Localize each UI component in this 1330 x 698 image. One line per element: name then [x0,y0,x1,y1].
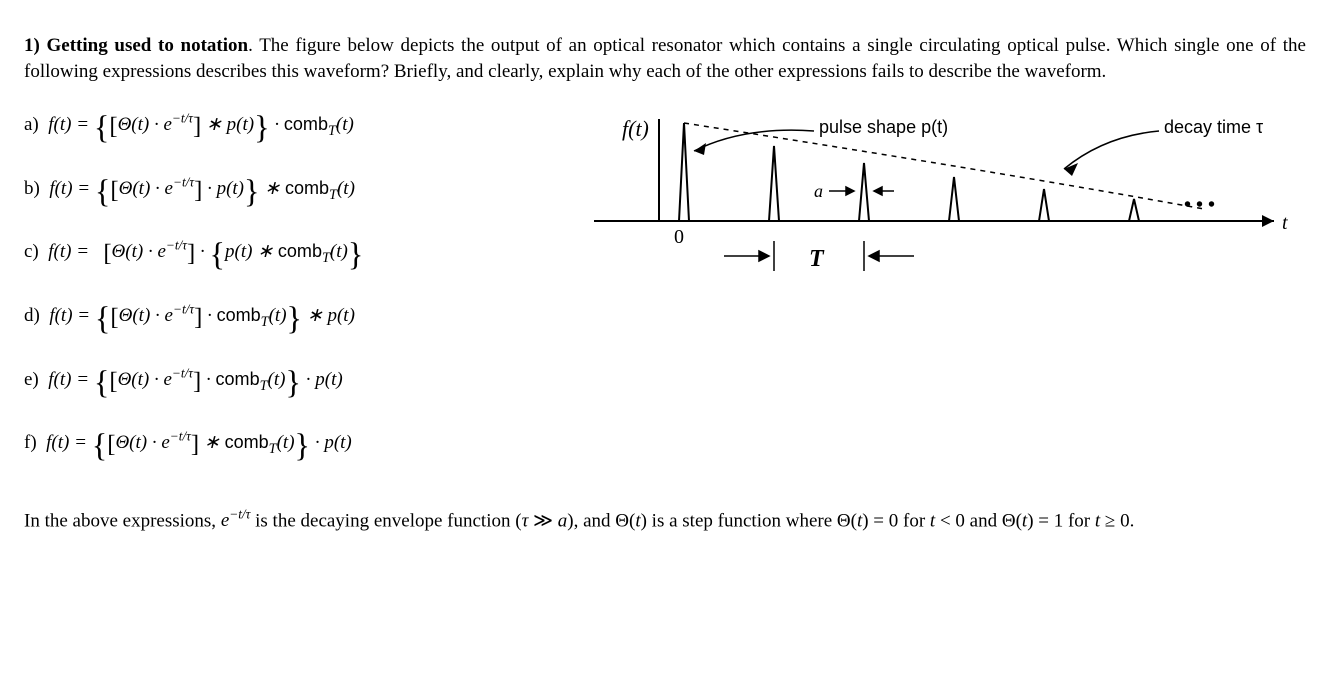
dots: • • • [1184,194,1215,216]
option-expression: f(t) = {[Θ(t) · e−t/τ] · p(t)} ∗ combT(t… [49,178,355,199]
waveform-figure: f(t) t 0 pulse sha [594,106,1306,289]
option-label: f) [24,432,37,453]
option-f: f) f(t) = {[Θ(t) · e−t/τ] ∗ combT(t)} · … [24,424,564,468]
option-b: b) f(t) = {[Θ(t) · e−t/τ] · p(t)} ∗ comb… [24,170,564,214]
pulse-shape-label: pulse shape p(t) [819,117,948,137]
content-row: a) f(t) = {[Θ(t) · e−t/τ] ∗ p(t)} · comb… [24,106,1306,488]
option-expression: f(t) = {[Θ(t) · e−t/τ] · combT(t)} ∗ p(t… [49,305,355,326]
y-axis-label: f(t) [622,116,649,141]
decay-time-label: decay time τ [1164,117,1263,137]
closing-note: In the above expressions, e−t/τ is the d… [24,506,1306,534]
period-label: T [809,246,825,272]
option-expression: f(t) = {[Θ(t) · e−t/τ] ∗ p(t)} · combT(t… [48,114,354,135]
option-label: c) [24,241,39,262]
option-a: a) f(t) = {[Θ(t) · e−t/τ] ∗ p(t)} · comb… [24,106,564,150]
option-label: a) [24,114,39,135]
option-c: c) f(t) = [Θ(t) · e−t/τ] · {p(t) ∗ combT… [24,233,564,277]
zero-label: 0 [674,226,684,248]
option-label: e) [24,369,39,390]
t-axis-label: t [1282,212,1288,234]
option-e: e) f(t) = {[Θ(t) · e−t/τ] · combT(t)} · … [24,361,564,405]
option-label: d) [24,305,40,326]
options-list: a) f(t) = {[Θ(t) · e−t/τ] ∗ p(t)} · comb… [24,106,564,488]
option-expression: f(t) = {[Θ(t) · e−t/τ] · combT(t)} · p(t… [48,369,342,390]
option-expression: f(t) = {[Θ(t) · e−t/τ] ∗ combT(t)} · p(t… [46,432,352,453]
option-label: b) [24,178,40,199]
problem-title: 1) Getting used to notation [24,35,248,56]
option-expression: f(t) = [Θ(t) · e−t/τ] · {p(t) ∗ combT(t)… [48,241,363,262]
a-label: a [814,181,823,201]
problem-intro: 1) Getting used to notation. The figure … [24,33,1306,84]
option-d: d) f(t) = {[Θ(t) · e−t/τ] · combT(t)} ∗ … [24,297,564,341]
